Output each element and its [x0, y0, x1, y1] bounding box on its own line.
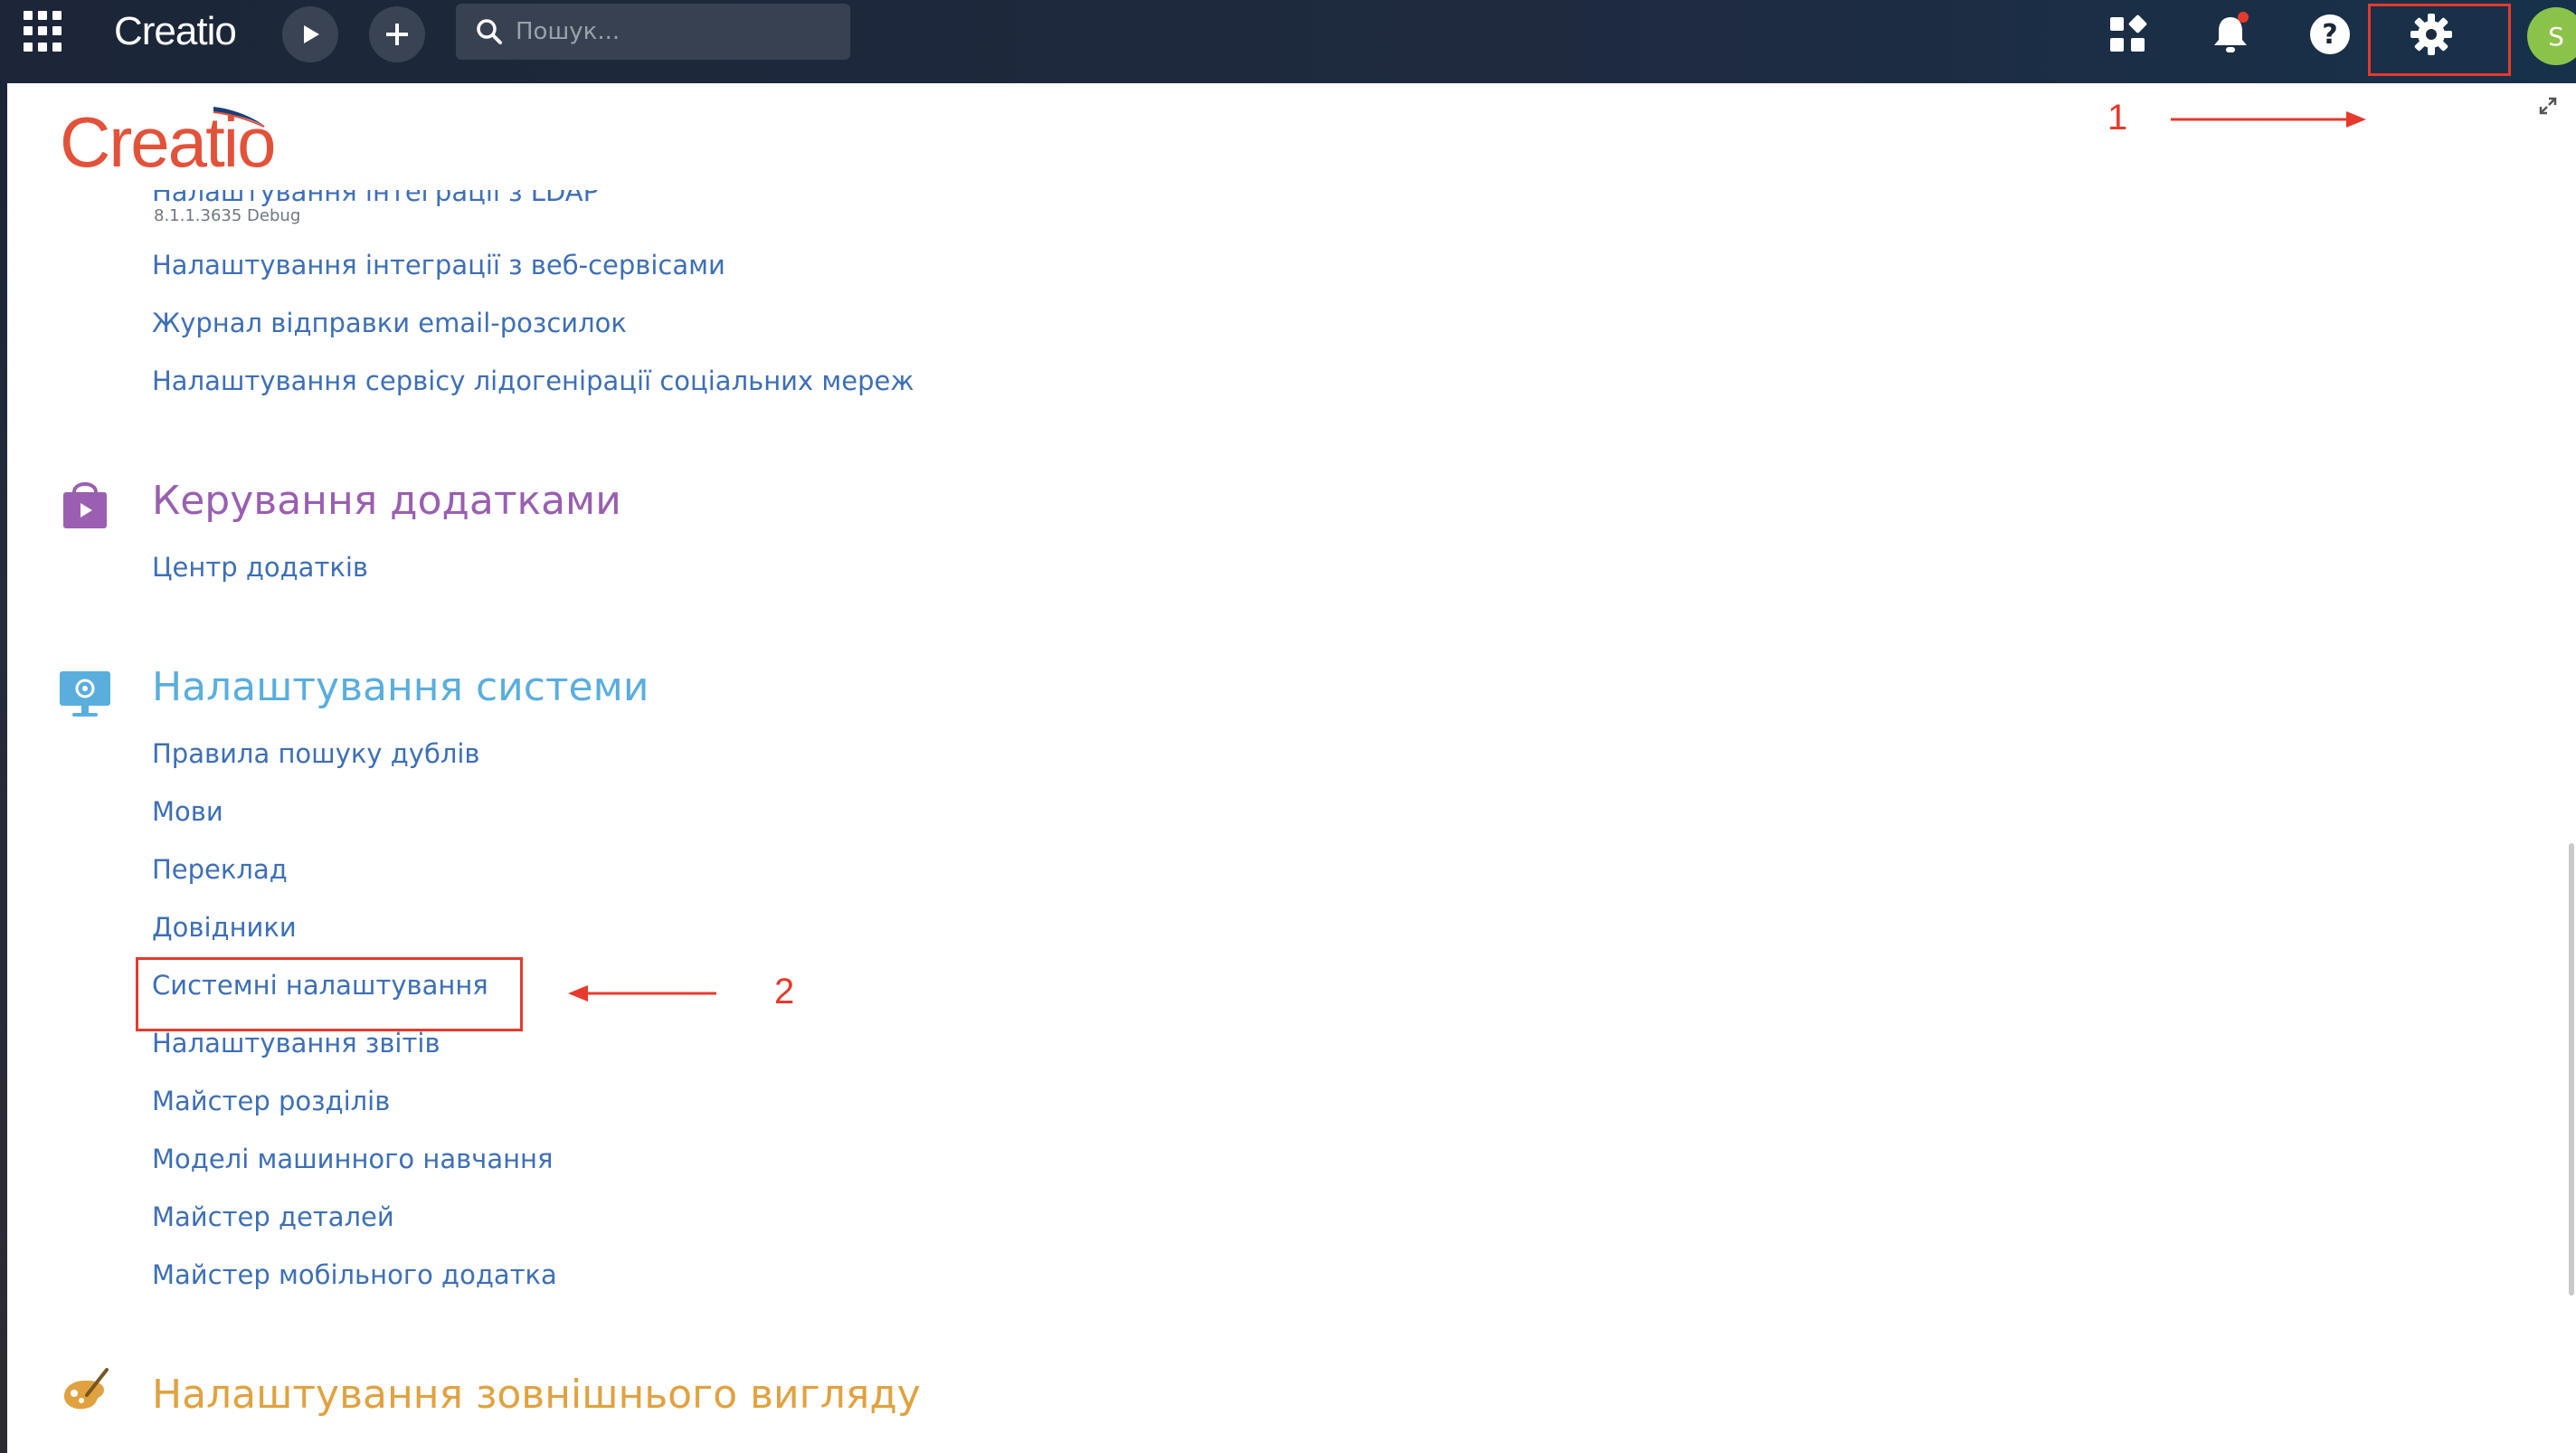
link-languages[interactable]: Мови: [152, 796, 223, 827]
expand-icon[interactable]: [2538, 96, 2558, 116]
link-marketplace[interactable]: Центр додатків: [152, 552, 368, 583]
monitor-gear-icon: [60, 671, 110, 717]
link-report-setup[interactable]: Налаштування звітів: [152, 1028, 440, 1059]
scrollbar-thumb[interactable]: [2569, 843, 2574, 1296]
system-settings-highlight-box: [136, 957, 523, 1031]
search-icon: [477, 19, 502, 44]
link-lookups[interactable]: Довідники: [152, 912, 297, 943]
widgets-icon: [2110, 14, 2147, 52]
widgets-button[interactable]: [2100, 7, 2155, 62]
system-designer-panel: Creatio 8.1.1.3635 Debug Налаштування ін…: [7, 83, 2576, 1453]
add-record-button[interactable]: [369, 6, 425, 62]
topbar-brand-logo[interactable]: Creatio: [114, 9, 237, 54]
annotation-arrow-left-icon: [568, 985, 716, 1002]
help-icon: ?: [2310, 14, 2350, 54]
link-detail-wizard[interactable]: Майстер деталей: [152, 1201, 394, 1232]
shopping-bag-icon: [63, 482, 107, 528]
link-ml-models[interactable]: Моделі машинного навчання: [152, 1144, 553, 1174]
creatio-logo: Creatio 8.1.1.3635 Debug: [60, 107, 300, 225]
notifications-button[interactable]: [2203, 7, 2258, 62]
link-web-services-integration[interactable]: Налаштування інтеграції з веб-сервісами: [152, 250, 725, 280]
global-search: [456, 4, 850, 60]
user-avatar[interactable]: S: [2527, 7, 2576, 65]
app-launcher-icon[interactable]: [24, 11, 65, 52]
section-title-apps: Керування додатками: [152, 478, 621, 524]
annotation-number-1: 1: [2107, 98, 2128, 138]
bell-icon: [2214, 12, 2249, 52]
gear-highlight-box: [2368, 4, 2511, 76]
top-bar: Creatio ?: [0, 0, 2576, 83]
section-title-system: Налаштування системи: [152, 664, 649, 710]
plus-icon: [386, 24, 408, 45]
annotation-number-2: 2: [774, 972, 795, 1011]
link-translation[interactable]: Переклад: [152, 854, 288, 885]
help-button[interactable]: ?: [2303, 7, 2357, 62]
search-input[interactable]: [516, 18, 841, 45]
link-email-log[interactable]: Журнал відправки email-розсилок: [152, 308, 627, 338]
link-duplicate-rules[interactable]: Правила пошуку дублів: [152, 738, 480, 769]
run-process-button[interactable]: [282, 6, 338, 62]
link-mobile-wizard[interactable]: Майстер мобільного додатка: [152, 1259, 557, 1290]
play-icon: [304, 25, 319, 43]
link-section-wizard[interactable]: Майстер розділів: [152, 1086, 390, 1116]
annotation-arrow-right-icon: [2171, 111, 2366, 128]
palette-brush-icon: [63, 1368, 109, 1410]
link-social-leadgen[interactable]: Налаштування сервісу лідогенірації соціа…: [152, 366, 914, 396]
link-ldap-integration[interactable]: Налаштування інтеграції з LDAP: [152, 190, 599, 210]
section-title-appearance: Налаштування зовнішнього вигляду: [152, 1372, 921, 1418]
logo-swoosh-icon: [213, 107, 266, 128]
svg-text:?: ?: [2322, 19, 2337, 51]
